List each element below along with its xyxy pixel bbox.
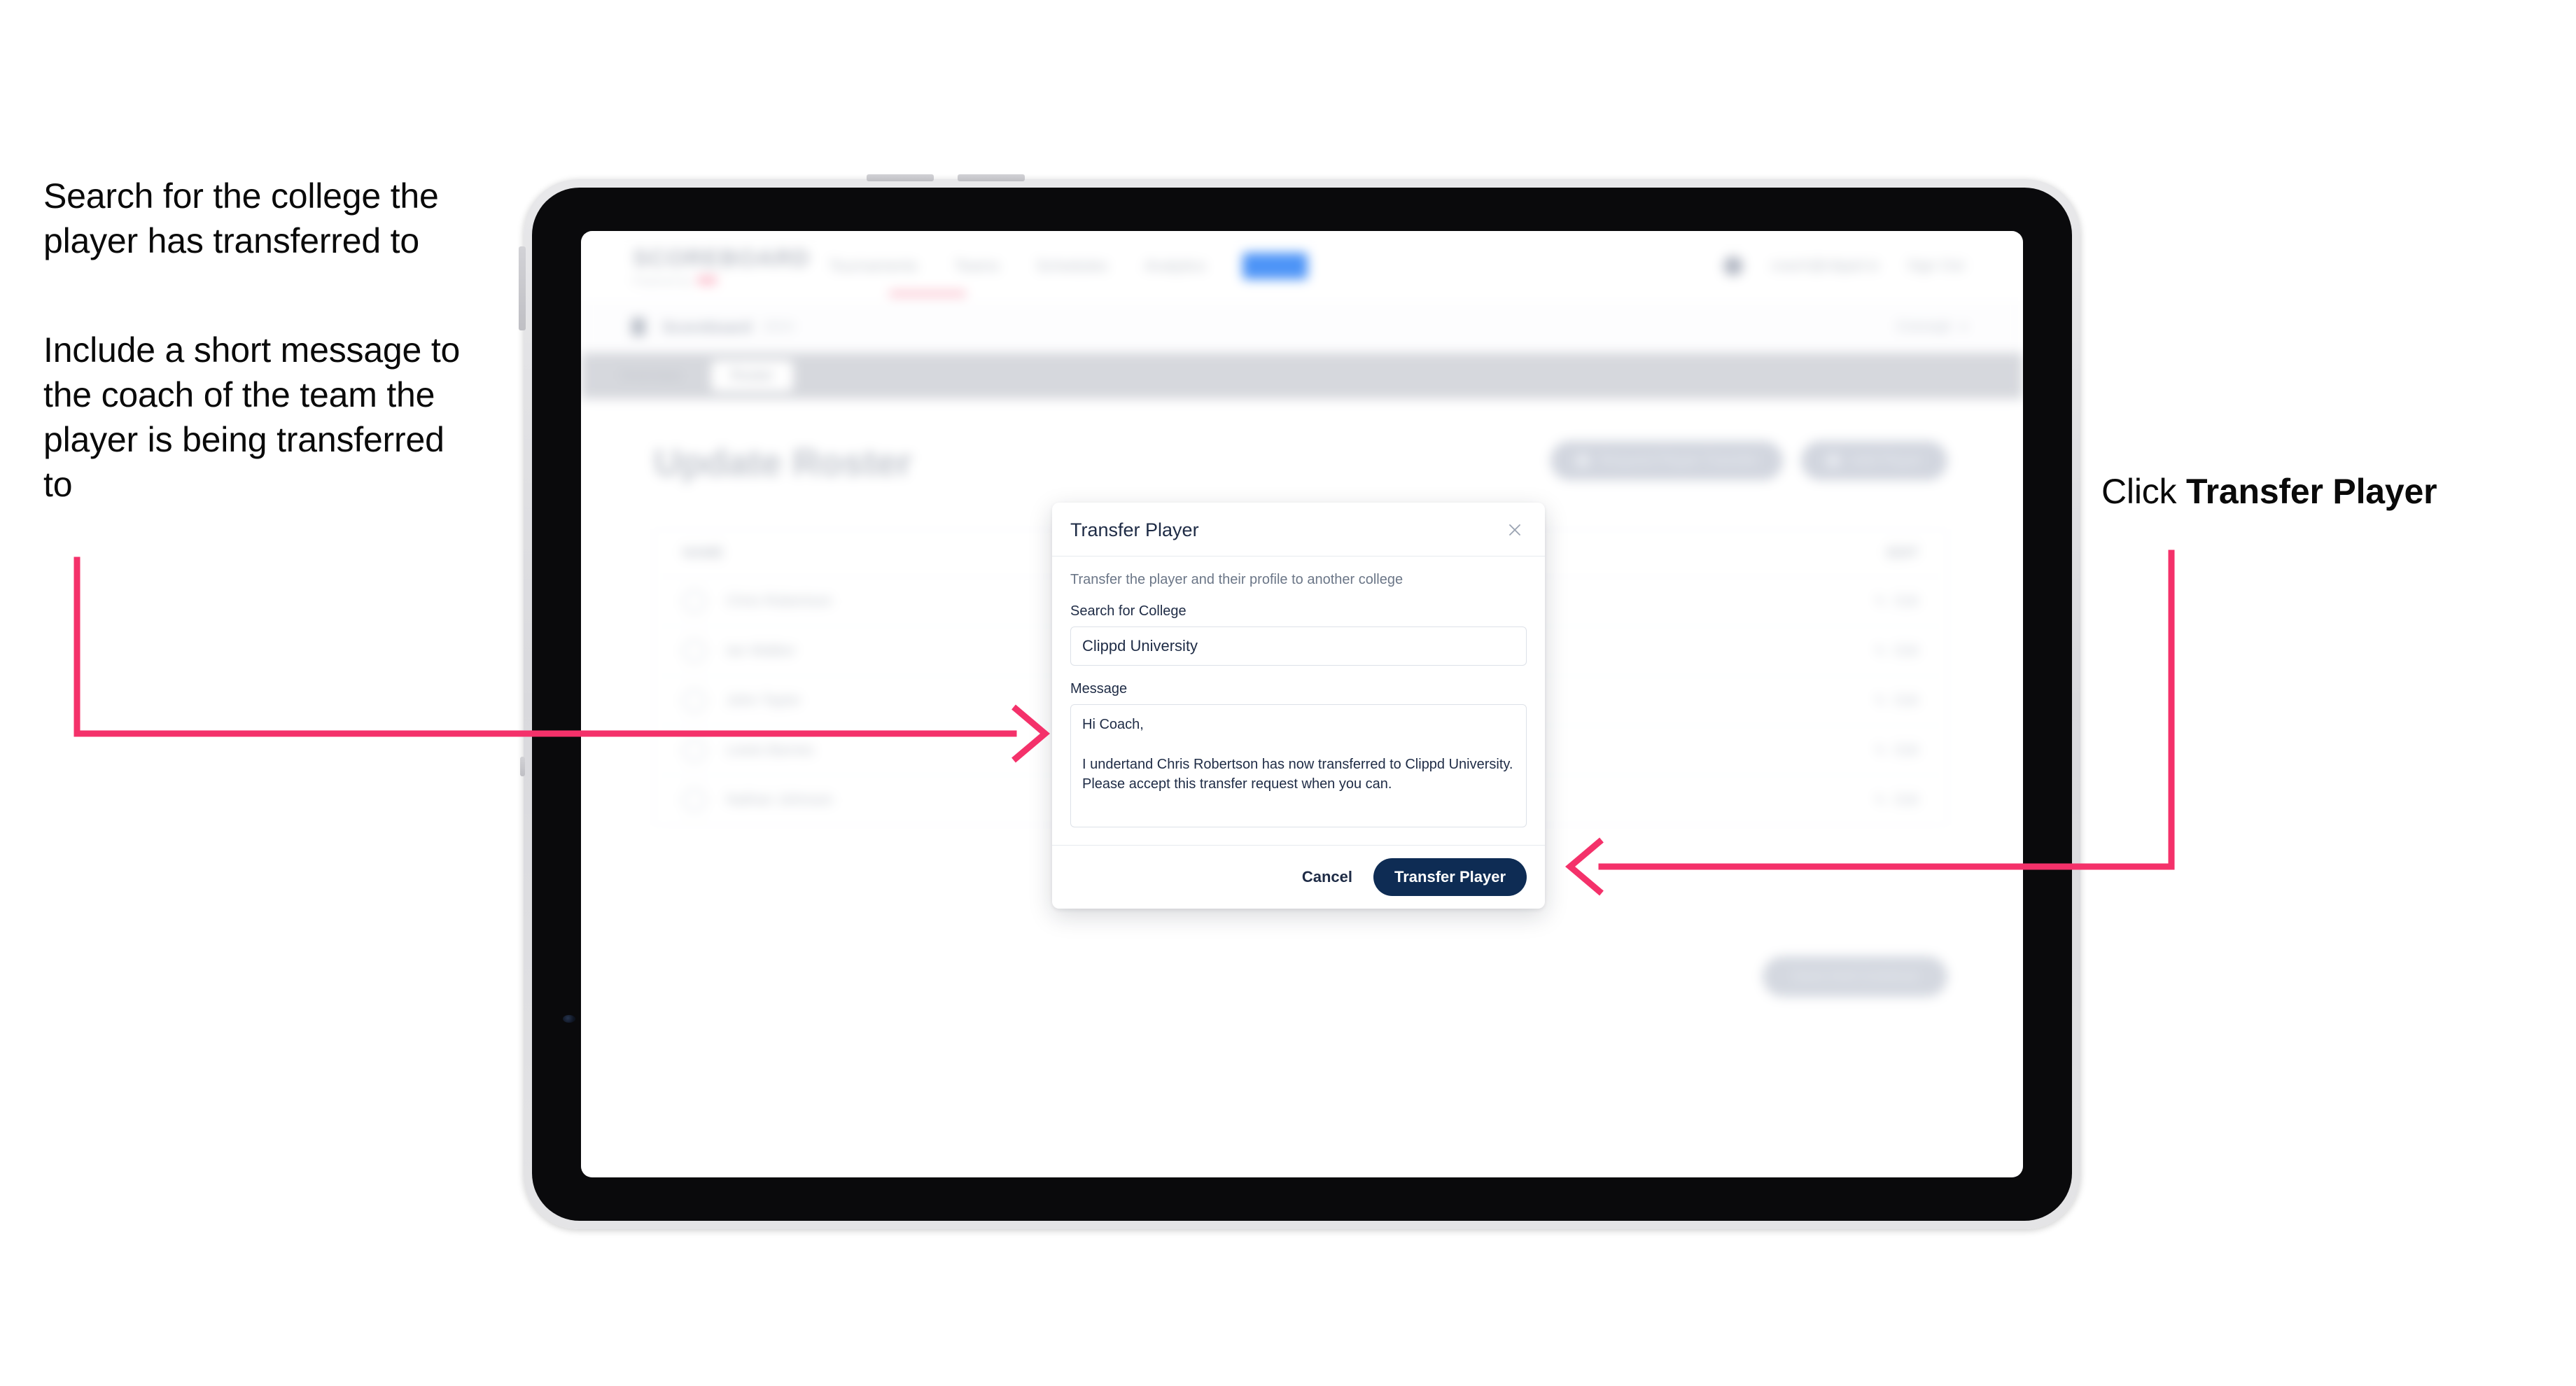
- pencil-icon: ✎: [1874, 693, 1886, 709]
- transfer-player-modal: Transfer Player Transfer the player and …: [1052, 503, 1545, 909]
- nav-item-tournaments[interactable]: Tournaments: [829, 257, 918, 275]
- modal-title: Transfer Player: [1070, 519, 1199, 540]
- volume-up-button[interactable]: [867, 174, 934, 181]
- modal-header: Transfer Player: [1052, 503, 1545, 556]
- edit-label: Edit: [1894, 643, 1919, 659]
- nav-active-indicator: [889, 291, 966, 296]
- nav-item-schedules[interactable]: Schedules: [1036, 257, 1108, 275]
- tab-strip: Overview Roster: [581, 353, 2023, 399]
- nav-user-email: coach@clippd.io: [1770, 258, 1879, 274]
- edit-label: Edit: [1894, 692, 1919, 708]
- add-player-label: Add Player: [1850, 452, 1922, 468]
- request-player-transfer-label: Request Player Transfer: [1599, 452, 1758, 468]
- nav-item-teams[interactable]: Teams: [954, 257, 1000, 275]
- pencil-icon: ✎: [1874, 643, 1886, 659]
- college-field-group: Search for College: [1070, 603, 1527, 666]
- add-player-button[interactable]: Add Player: [1801, 441, 1947, 480]
- breadcrumb-icon: [631, 318, 645, 336]
- pencil-icon: ✎: [1874, 594, 1886, 610]
- transfer-player-button[interactable]: Transfer Player: [1373, 858, 1527, 896]
- edit-player-button[interactable]: ✎ Edit: [1875, 792, 1919, 809]
- volume-down-button[interactable]: [958, 174, 1025, 181]
- edit-player-button[interactable]: ✎ Edit: [1875, 593, 1919, 610]
- request-player-transfer-button[interactable]: Request Player Transfer: [1550, 441, 1784, 480]
- sign-out-button[interactable]: Sign Out: [1907, 258, 1964, 274]
- front-camera-icon: [563, 1015, 575, 1023]
- edit-player-button[interactable]: ✎ Edit: [1875, 692, 1919, 710]
- modal-footer: Cancel Transfer Player: [1052, 845, 1545, 909]
- brand-wordmark: SCOREBOARD: [633, 244, 811, 271]
- breadcrumb-sub-label: 2024: [762, 318, 794, 335]
- plus-icon: [1826, 454, 1841, 468]
- row-select-checkbox[interactable]: [682, 589, 706, 613]
- chevron-down-icon[interactable]: ▾: [1961, 320, 1967, 335]
- player-name: Lewis Barnes: [726, 742, 815, 758]
- player-name: John Taylor: [726, 692, 802, 708]
- close-icon[interactable]: [1503, 518, 1527, 542]
- modal-body: Transfer the player and their profile to…: [1052, 556, 1545, 845]
- nav-links: Tournaments Teams Schedules Analytics Ro…: [829, 253, 1308, 279]
- row-select-checkbox[interactable]: [682, 639, 706, 663]
- row-select-checkbox[interactable]: [682, 788, 706, 812]
- player-name: Nathan Johnson: [726, 792, 833, 808]
- header-action-buttons: Request Player Transfer Add Player: [1550, 441, 1947, 480]
- page-title: Update Roster: [654, 442, 913, 484]
- transfer-icon: [1575, 454, 1590, 468]
- column-header-edit: EDIT: [1886, 545, 1919, 561]
- column-header-name: NAME: [682, 545, 724, 561]
- edit-player-button[interactable]: ✎ Edit: [1875, 643, 1919, 660]
- pencil-icon: ✎: [1874, 792, 1886, 808]
- edit-player-button[interactable]: ✎ Edit: [1875, 742, 1919, 760]
- avatar[interactable]: [1723, 256, 1743, 276]
- top-navigation-bar: SCOREBOARD Powered by Tournaments Teams …: [581, 231, 2023, 301]
- message-field-group: Message: [1070, 681, 1527, 831]
- message-field-label: Message: [1070, 681, 1128, 696]
- annotation-left-include-message: Include a short message to the coach of …: [43, 330, 461, 504]
- breadcrumb: Scoreboard 2024 Concept ▾: [581, 301, 2023, 354]
- annotation-right-click-transfer: Click Transfer Player: [2101, 469, 2493, 514]
- nav-item-analytics[interactable]: Analytics: [1144, 257, 1206, 275]
- modal-description: Transfer the player and their profile to…: [1070, 572, 1404, 587]
- annotation-right-prefix: Click: [2101, 472, 2187, 511]
- row-select-checkbox[interactable]: [682, 738, 706, 762]
- pencil-icon: ✎: [1874, 743, 1886, 759]
- tab-roster[interactable]: Roster: [710, 360, 794, 391]
- edit-label: Edit: [1894, 593, 1919, 609]
- annotation-right-bold: Transfer Player: [2186, 472, 2437, 511]
- smart-connector: [520, 757, 525, 776]
- player-name: Ian Walker: [726, 643, 796, 659]
- power-button[interactable]: [519, 246, 526, 330]
- edit-label: Edit: [1894, 792, 1919, 808]
- brand-powered-by-label: Powered by: [633, 274, 692, 286]
- college-field-label: Search for College: [1070, 603, 1186, 619]
- college-search-input[interactable]: [1070, 626, 1527, 666]
- breadcrumb-right-label[interactable]: Concept: [1896, 318, 1951, 335]
- edit-label: Edit: [1894, 742, 1919, 758]
- save-and-continue-button[interactable]: Save And Continue: [1763, 956, 1947, 997]
- player-name: Chris Robertson: [726, 593, 832, 609]
- brand-logo[interactable]: SCOREBOARD Powered by: [633, 244, 811, 286]
- brand-clippd-mark: [696, 276, 717, 284]
- row-select-checkbox[interactable]: [682, 689, 706, 713]
- breadcrumb-main-label[interactable]: Scoreboard: [662, 318, 752, 337]
- nav-item-roster[interactable]: Roster: [1242, 253, 1308, 279]
- tab-overview[interactable]: Overview: [601, 360, 701, 391]
- message-textarea[interactable]: [1070, 704, 1527, 827]
- annotation-left-search-college: Search for the college the player has tr…: [43, 176, 439, 260]
- cancel-button[interactable]: Cancel: [1299, 862, 1355, 892]
